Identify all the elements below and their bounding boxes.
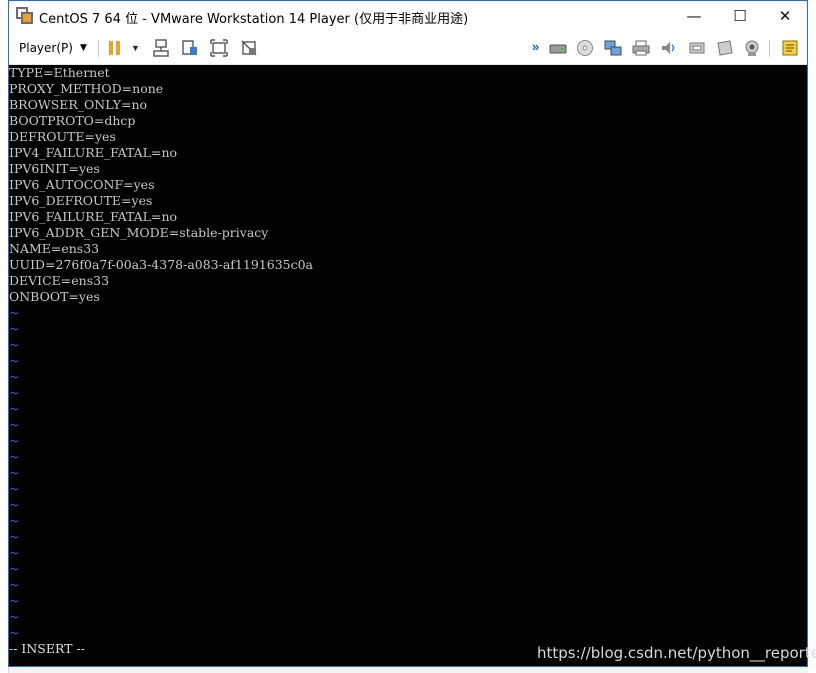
empty-line-tilde: ~ <box>9 433 20 448</box>
background-app-right-edge <box>808 0 816 673</box>
empty-line-tilde: ~ <box>9 305 20 320</box>
config-line: BROWSER_ONLY=no <box>9 97 148 112</box>
empty-line-tilde: ~ <box>9 337 20 352</box>
empty-line-tilde: ~ <box>9 545 20 560</box>
vm-console-screen[interactable]: TYPE=Ethernet PROXY_METHOD=none BROWSER_ON… <box>9 65 807 666</box>
empty-line-tilde: ~ <box>9 481 20 496</box>
empty-line-tilde: ~ <box>9 529 20 544</box>
config-line: IPV6_FAILURE_FATAL=no <box>9 209 178 224</box>
empty-line-tilde: ~ <box>9 577 20 592</box>
config-line: ONBOOT=yes <box>9 289 100 304</box>
player-menu-button[interactable]: Player(P) ▼ <box>13 37 93 59</box>
chevron-down-icon: ▼ <box>79 43 87 53</box>
config-line: IPV6_AUTOCONF=yes <box>9 177 155 192</box>
maximize-icon: ☐ <box>733 7 747 25</box>
send-ctrl-alt-del-icon[interactable] <box>152 39 170 57</box>
window-title: CentOS 7 64 位 - VMware Workstation 14 Pl… <box>39 12 469 27</box>
config-line: NAME=ens33 <box>9 241 100 256</box>
network-adapter-icon[interactable] <box>604 39 622 57</box>
pause-dropdown-chevron-icon[interactable]: ▼ <box>131 43 140 53</box>
cd-dvd-icon[interactable] <box>576 39 594 57</box>
config-line: IPV6_ADDR_GEN_MODE=stable-privacy <box>9 225 269 240</box>
sound-card-icon[interactable] <box>660 39 678 57</box>
unity-icon[interactable] <box>181 39 199 57</box>
empty-line-tilde: ~ <box>9 401 20 416</box>
empty-line-tilde: ~ <box>9 609 20 624</box>
watermark-text: https://blog.csdn.net/python__reported <box>537 644 816 662</box>
hard-disk-icon[interactable] <box>549 39 567 57</box>
config-line: IPV6_DEFROUTE=yes <box>9 193 153 208</box>
empty-line-tilde: ~ <box>9 385 20 400</box>
player-menu-label: Player(P) <box>19 41 73 55</box>
toolbar-divider <box>98 40 99 57</box>
minimize-button[interactable]: — <box>671 1 717 31</box>
config-line: BOOTPROTO=dhcp <box>9 113 136 128</box>
minimize-icon: — <box>686 7 702 25</box>
config-line: TYPE=Ethernet <box>9 65 110 80</box>
more-devices-icon[interactable]: » <box>532 39 539 54</box>
empty-line-tilde: ~ <box>9 369 20 384</box>
exit-full-screen-icon[interactable] <box>240 39 258 57</box>
empty-line-tilde: ~ <box>9 593 20 608</box>
message-log-icon[interactable] <box>781 39 799 57</box>
empty-line-tilde: ~ <box>9 465 20 480</box>
pause-icon[interactable] <box>106 39 124 57</box>
vim-mode-indicator: -- INSERT -- <box>9 641 85 656</box>
empty-line-tilde: ~ <box>9 449 20 464</box>
floppy-icon[interactable] <box>716 39 734 57</box>
empty-line-tilde: ~ <box>9 353 20 368</box>
printer-icon[interactable] <box>632 39 650 57</box>
webcam-icon[interactable] <box>743 39 761 57</box>
vmware-player-window: CentOS 7 64 位 - VMware Workstation 14 Pl… <box>8 0 808 667</box>
empty-line-tilde: ~ <box>9 561 20 576</box>
config-line: DEVICE=ens33 <box>9 273 110 288</box>
config-line: DEFROUTE=yes <box>9 129 116 144</box>
empty-line-tilde: ~ <box>9 625 20 640</box>
title-bar: CentOS 7 64 位 - VMware Workstation 14 Pl… <box>9 1 807 31</box>
empty-line-tilde: ~ <box>9 513 20 528</box>
maximize-button[interactable]: ☐ <box>717 1 763 31</box>
vmware-app-icon <box>16 7 33 24</box>
close-icon: ✕ <box>778 7 792 25</box>
config-line: IPV6INIT=yes <box>9 161 100 176</box>
config-line: UUID=276f0a7f-00a3-4378-a083-af1191635c0… <box>9 257 314 272</box>
usb-icon[interactable] <box>688 39 706 57</box>
full-screen-icon[interactable] <box>210 39 228 57</box>
vm-toolbar: Player(P) ▼ ▼ » <box>9 31 807 65</box>
config-line: PROXY_METHOD=none <box>9 81 164 96</box>
toolbar-divider <box>769 40 770 57</box>
empty-line-tilde: ~ <box>9 417 20 432</box>
empty-line-tilde: ~ <box>9 321 20 336</box>
close-button[interactable]: ✕ <box>762 1 808 31</box>
config-line: IPV4_FAILURE_FATAL=no <box>9 145 178 160</box>
empty-line-tilde: ~ <box>9 497 20 512</box>
